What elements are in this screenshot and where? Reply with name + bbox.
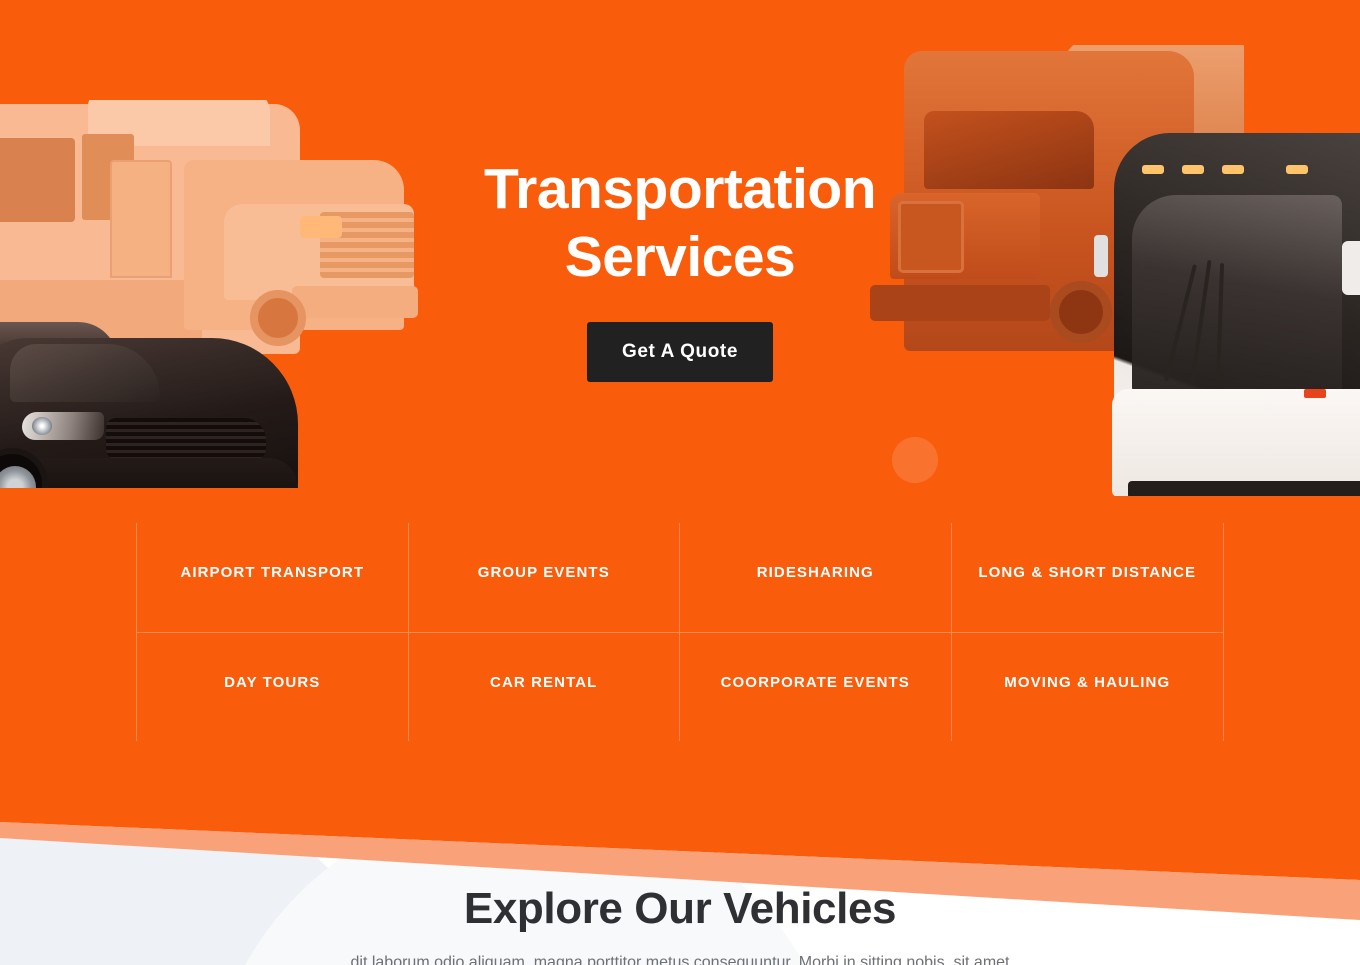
wave-shape xyxy=(0,760,1360,920)
service-label: CAR RENTAL xyxy=(490,674,598,691)
service-cell-car-rental[interactable]: CAR RENTAL xyxy=(408,632,680,741)
suv-headlight xyxy=(22,412,104,440)
service-cell-airport-transport[interactable]: AIRPORT TRANSPORT xyxy=(137,523,409,632)
service-cell-moving-hauling[interactable]: MOVING & HAULING xyxy=(951,632,1223,741)
service-cell-coorporate-events[interactable]: COORPORATE EVENTS xyxy=(680,632,952,741)
page-title: Transportation Services xyxy=(0,155,1360,291)
coach-bus-marker-red xyxy=(1304,389,1326,398)
hero-section: Transportation Services Get A Quote AIRP… xyxy=(0,0,1360,800)
coach-bus-skirt xyxy=(1128,481,1360,497)
service-cell-ridesharing[interactable]: RIDESHARING xyxy=(680,523,952,632)
service-label: GROUP EVENTS xyxy=(477,564,610,581)
explore-subtitle: dit laborum odio aliquam, magna porttito… xyxy=(350,954,1010,965)
explore-subtitle-clipped: dit laborum odio aliquam, magna porttito… xyxy=(0,950,1360,965)
service-cell-day-tours[interactable]: DAY TOURS xyxy=(137,632,409,741)
service-label: RIDESHARING xyxy=(756,564,874,581)
explore-section: Explore Our Vehicles xyxy=(0,884,1360,934)
suv-grille xyxy=(106,418,266,462)
service-label: LONG & SHORT DISTANCE xyxy=(978,564,1197,581)
wave-divider xyxy=(0,760,1360,965)
service-label: AIRPORT TRANSPORT xyxy=(180,564,365,581)
hero-title-line-2: Services xyxy=(564,225,796,289)
hero-copy: Transportation Services Get A Quote xyxy=(0,155,1360,382)
service-label: DAY TOURS xyxy=(224,674,321,691)
hero-title-line-1: Transportation xyxy=(483,157,877,221)
service-label: MOVING & HAULING xyxy=(1004,674,1171,691)
get-a-quote-button[interactable]: Get A Quote xyxy=(586,322,774,382)
glow-orb-1 xyxy=(892,437,938,483)
service-label: COORPORATE EVENTS xyxy=(720,674,910,691)
hero-artwork-left-clip xyxy=(0,488,470,528)
service-cell-group-events[interactable]: GROUP EVENTS xyxy=(409,523,680,632)
service-cell-long-short-distance[interactable]: LONG & SHORT DISTANCE xyxy=(952,523,1224,632)
services-grid: AIRPORT TRANSPORT GROUP EVENTS RIDESHARI… xyxy=(136,523,1224,741)
explore-heading: Explore Our Vehicles xyxy=(463,884,897,933)
